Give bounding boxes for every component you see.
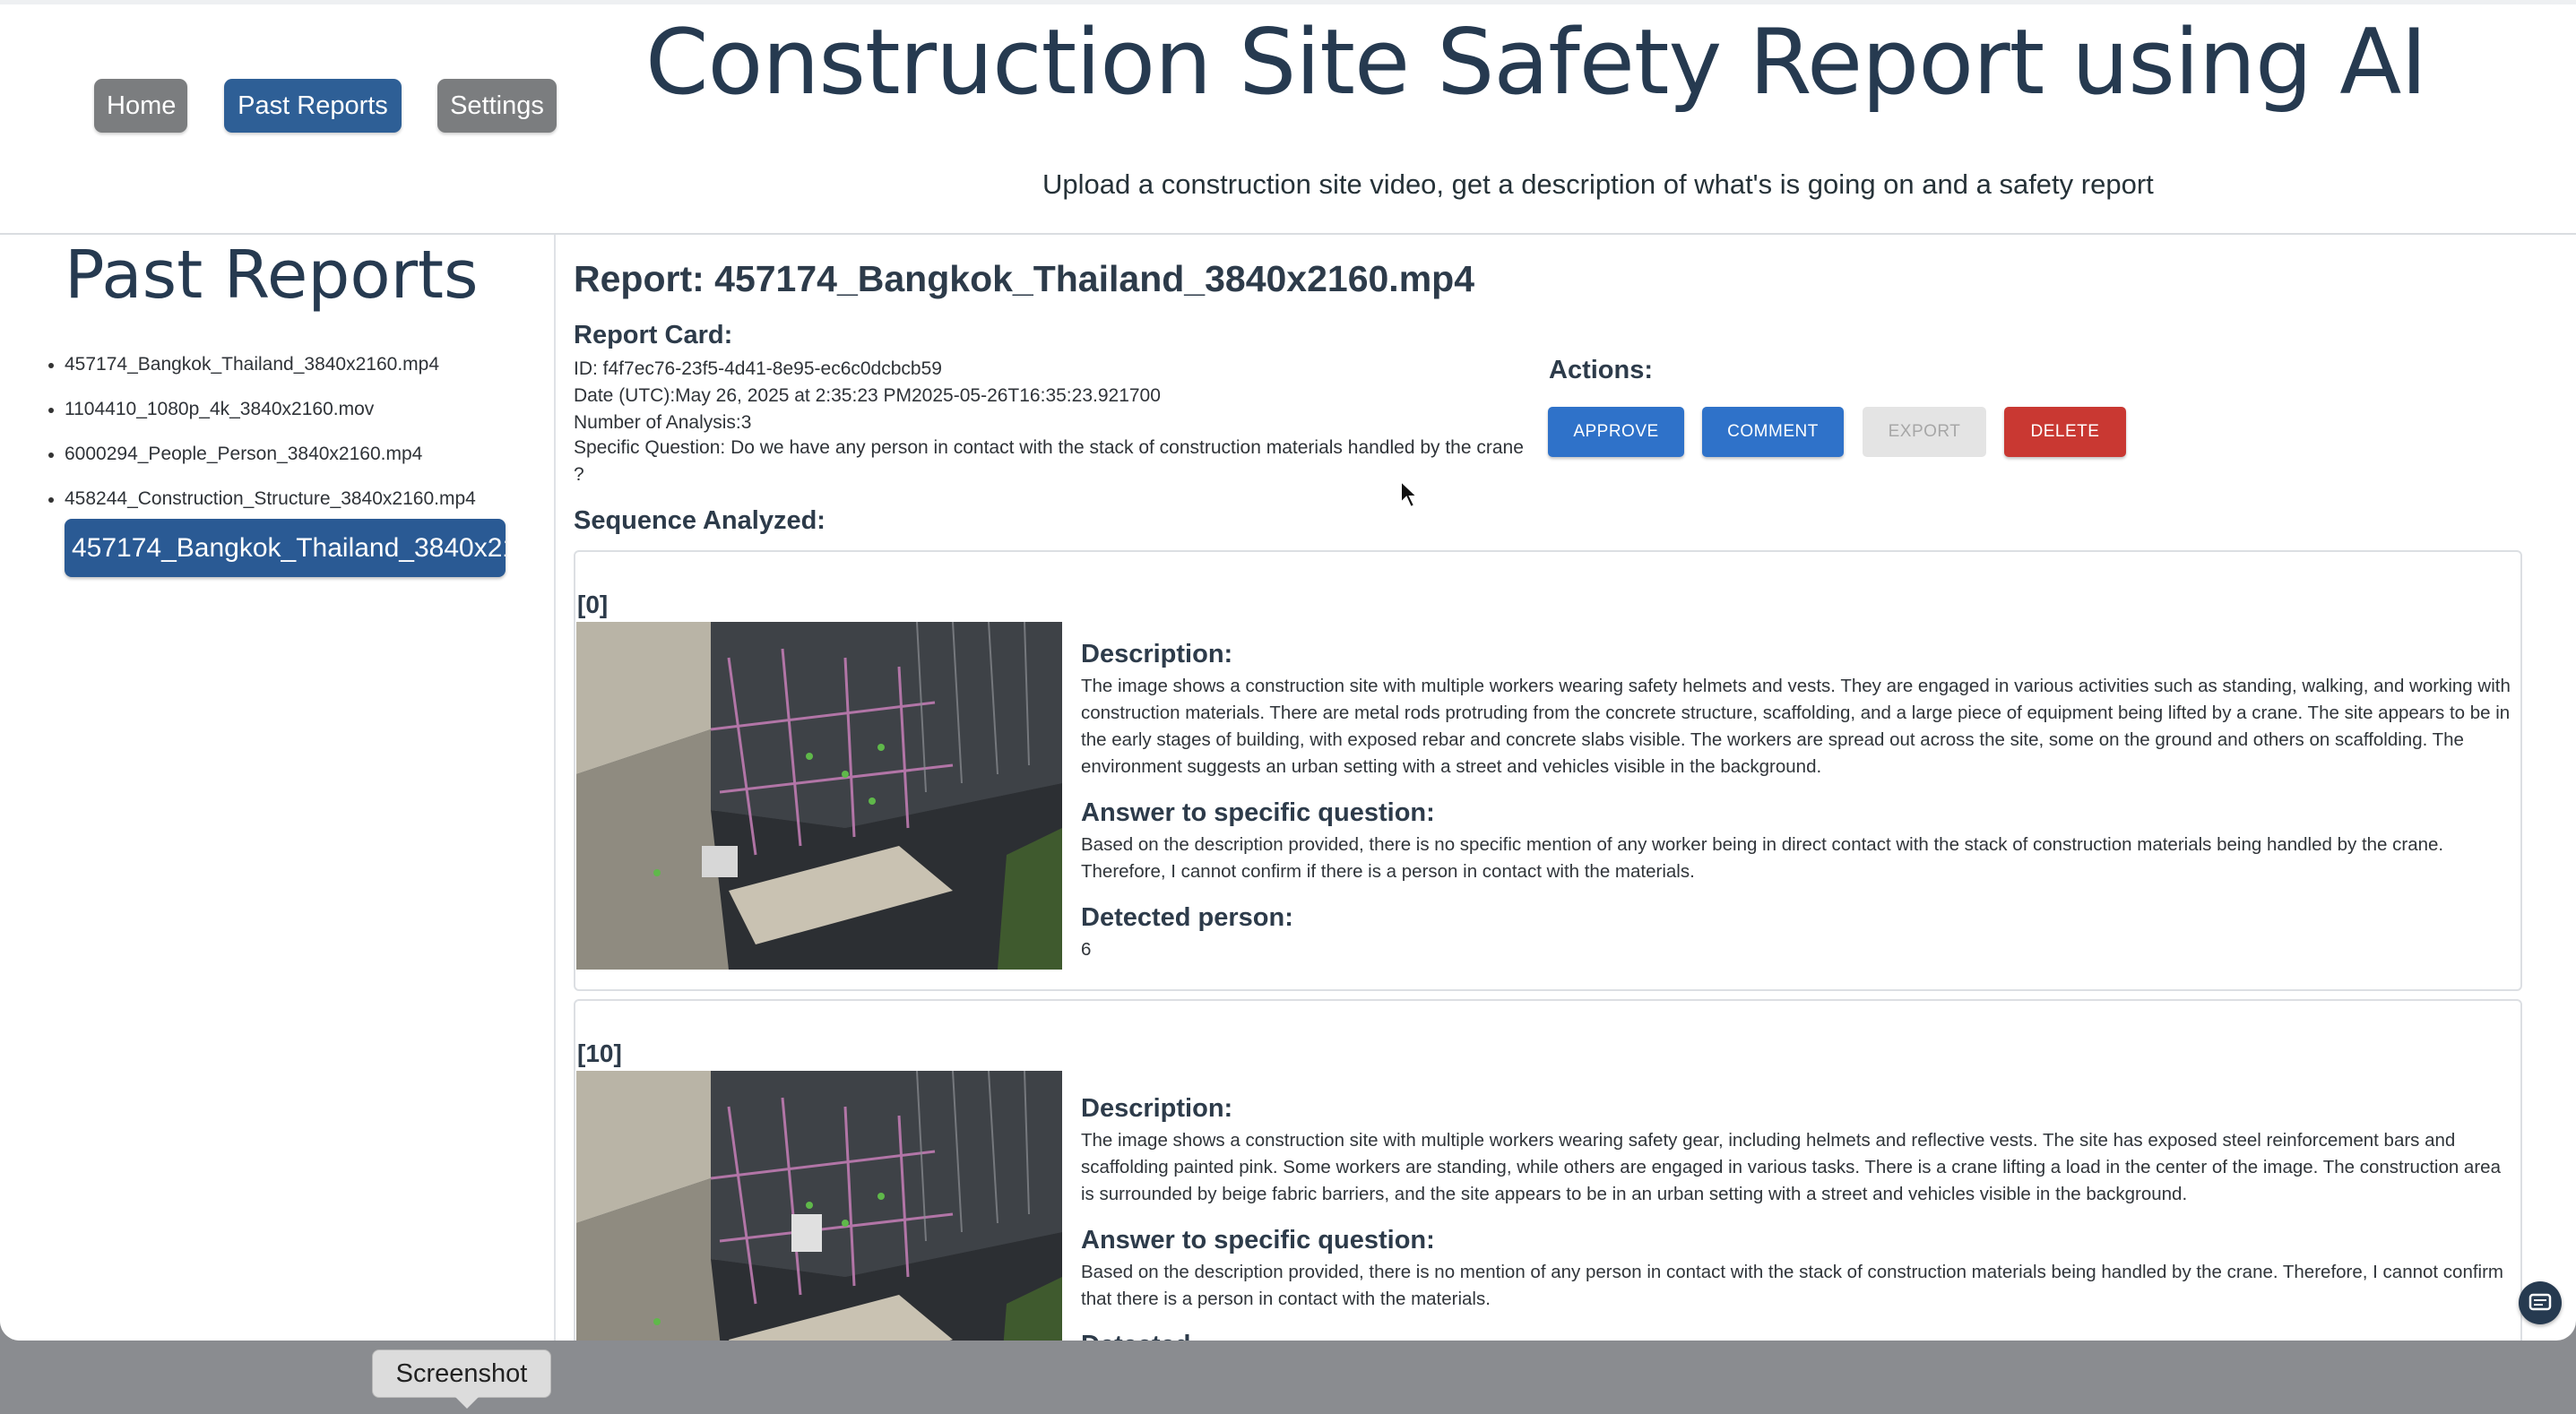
sidebar: Past Reports 457174_Bangkok_Thailand_384…: [0, 235, 556, 1341]
sequence-title: Sequence Analyzed:: [574, 506, 826, 535]
report-analysis-count: Number of Analysis:3: [574, 412, 752, 433]
report-panel: Report: 457174_Bangkok_Thailand_3840x216…: [556, 235, 2576, 1341]
report-list-item[interactable]: 6000294_People_Person_3840x2160.mp4: [27, 432, 476, 477]
chat-icon[interactable]: [2519, 1281, 2562, 1324]
mouse-cursor-icon: [1400, 479, 1420, 509]
report-id: ID: f4f7ec76-23f5-4d41-8e95-ec6c0dcbcb59: [574, 358, 942, 379]
detected-person-count: 6: [1081, 939, 1092, 960]
app-window: Home Past Reports Settings Construction …: [0, 0, 2576, 1341]
report-title: Report: 457174_Bangkok_Thailand_3840x216…: [574, 258, 1475, 299]
frame-thumbnail: [576, 622, 1062, 970]
past-reports-list: 457174_Bangkok_Thailand_3840x2160.mp4 11…: [27, 342, 476, 522]
app-subtitle: Upload a construction site video, get a …: [1042, 168, 2154, 200]
sequence-index: [10]: [577, 1039, 622, 1067]
report-date: Date (UTC):May 26, 2025 at 2:35:23 PM202…: [574, 385, 1161, 406]
sidebar-title: Past Reports: [65, 237, 479, 314]
answer-label: Answer to specific question:: [1081, 1226, 1435, 1254]
nav-home-button[interactable]: Home: [94, 79, 187, 133]
description-label: Description:: [1081, 640, 1233, 668]
answer-label: Answer to specific question:: [1081, 798, 1435, 827]
description-label: Description:: [1081, 1094, 1233, 1123]
page-header: Home Past Reports Settings Construction …: [0, 4, 2576, 235]
actions-title: Actions:: [1549, 356, 1653, 384]
approve-button[interactable]: APPROVE: [1548, 407, 1684, 457]
report-list-item[interactable]: 457174_Bangkok_Thailand_3840x2160.mp4: [27, 342, 476, 387]
sequence-card: [10] Description: The image shows a cons…: [574, 999, 2522, 1341]
app-title: Construction Site Safety Report using AI: [645, 9, 2427, 115]
sequence-card: [0] Description: The image shows a const…: [574, 550, 2522, 991]
screenshot-tooltip: Screenshot: [372, 1349, 551, 1409]
nav-settings-button[interactable]: Settings: [437, 79, 557, 133]
active-report-item[interactable]: 457174_Bangkok_Thailand_3840x2160.mp4: [65, 519, 506, 577]
report-question: Specific Question: Do we have any person…: [574, 437, 1524, 485]
frame-thumbnail: [576, 1071, 1062, 1341]
comment-button[interactable]: COMMENT: [1702, 407, 1844, 457]
delete-button[interactable]: DELETE: [2004, 407, 2126, 457]
report-list-item[interactable]: 458244_Construction_Structure_3840x2160.…: [27, 477, 476, 522]
answer-text: Based on the description provided, there…: [1081, 834, 2444, 882]
description-text: The image shows a construction site with…: [1081, 1130, 2501, 1204]
description-text: The image shows a construction site with…: [1081, 676, 2511, 777]
report-card-title: Report Card:: [574, 321, 733, 349]
detected-person-label: Detected ...: [1081, 1331, 2511, 1341]
export-button[interactable]: EXPORT: [1863, 407, 1986, 457]
nav-past-reports-button[interactable]: Past Reports: [224, 79, 402, 133]
sequence-index: [0]: [577, 591, 609, 618]
answer-text: Based on the description provided, there…: [1081, 1262, 2503, 1309]
sequence-details: Description: The image shows a construct…: [1081, 1094, 2511, 1341]
sequence-details: Description: The image shows a construct…: [1081, 640, 2511, 981]
detected-person-label: Detected person:: [1081, 903, 1293, 932]
report-list-item[interactable]: 1104410_1080p_4k_3840x2160.mov: [27, 387, 476, 432]
